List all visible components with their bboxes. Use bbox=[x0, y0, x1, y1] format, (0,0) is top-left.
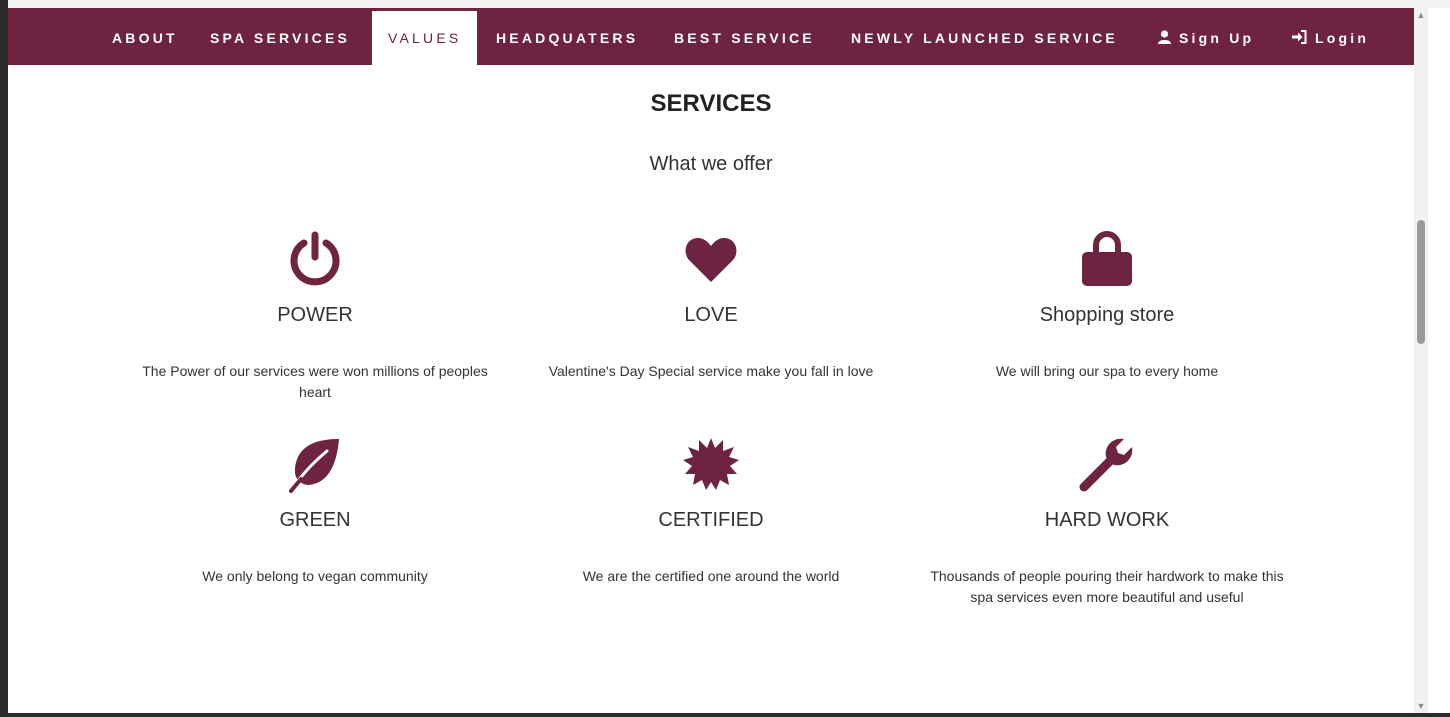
service-desc: The Power of our services were won milli… bbox=[142, 363, 488, 400]
window-bottom-edge bbox=[0, 713, 1450, 717]
service-desc: We will bring our spa to every home bbox=[995, 363, 1219, 379]
service-title: GREEN bbox=[279, 509, 351, 531]
nav-item-values[interactable]: VALUES bbox=[372, 11, 478, 65]
power-icon bbox=[135, 228, 495, 290]
nav-login-link[interactable]: Login bbox=[1292, 11, 1369, 65]
vertical-scrollbar[interactable]: ▲ ▼ bbox=[1414, 8, 1428, 713]
section-subtitle: What we offer bbox=[649, 153, 773, 175]
service-desc: We only belong to vegan community bbox=[202, 568, 428, 584]
scrollbar-thumb[interactable] bbox=[1417, 220, 1425, 344]
service-desc: Thousands of people pouring their hardwo… bbox=[930, 568, 1284, 605]
service-title: Shopping store bbox=[1039, 304, 1175, 326]
service-title: LOVE bbox=[684, 304, 738, 326]
leaf-icon bbox=[135, 433, 495, 495]
service-card-certified: CERTIFIED We are the certified one aroun… bbox=[531, 433, 891, 587]
wrench-icon bbox=[927, 433, 1287, 495]
service-desc: Valentine's Day Special service make you… bbox=[548, 363, 874, 379]
service-card-love: LOVE Valentine's Day Special service mak… bbox=[531, 228, 891, 382]
nav-item-best-service[interactable]: BEST SERVICE bbox=[674, 11, 815, 65]
certificate-icon bbox=[531, 433, 891, 495]
scroll-up-arrow-icon[interactable]: ▲ bbox=[1416, 10, 1426, 20]
nav-item-about[interactable]: ABOUT bbox=[112, 11, 178, 65]
nav-item-newly-launched-service[interactable]: NEWLY LAUNCHED SERVICE bbox=[851, 11, 1118, 65]
signup-label: Sign Up bbox=[1179, 30, 1255, 46]
nav-item-headquaters[interactable]: HEADQUATERS bbox=[496, 11, 638, 65]
service-card-power: POWER The Power of our services were won… bbox=[135, 228, 495, 403]
right-gutter bbox=[1428, 8, 1450, 717]
browser-window: ABOUT SPA SERVICES VALUES HEADQUATERS BE… bbox=[0, 0, 1450, 717]
login-label: Login bbox=[1315, 30, 1370, 46]
service-title: POWER bbox=[277, 304, 353, 326]
service-card-shopping: Shopping store We will bring our spa to … bbox=[927, 228, 1287, 382]
service-title: HARD WORK bbox=[1044, 509, 1170, 531]
section-title: SERVICES bbox=[650, 90, 772, 117]
service-title: CERTIFIED bbox=[658, 509, 764, 531]
heart-icon bbox=[531, 228, 891, 290]
nav-item-spa-services[interactable]: SPA SERVICES bbox=[210, 11, 350, 65]
login-icon bbox=[1292, 12, 1307, 66]
nav-signup-link[interactable]: Sign Up bbox=[1158, 11, 1254, 65]
scroll-down-arrow-icon[interactable]: ▼ bbox=[1416, 701, 1426, 711]
service-card-hard-work: HARD WORK Thousands of people pouring th… bbox=[927, 433, 1287, 608]
service-desc: We are the certified one around the worl… bbox=[582, 568, 840, 584]
top-navbar: ABOUT SPA SERVICES VALUES HEADQUATERS BE… bbox=[8, 8, 1414, 65]
window-top-edge bbox=[0, 0, 1450, 8]
lock-icon bbox=[927, 228, 1287, 290]
user-icon bbox=[1158, 12, 1171, 66]
service-card-green: GREEN We only belong to vegan community bbox=[135, 433, 495, 587]
nav-list: ABOUT SPA SERVICES VALUES HEADQUATERS BE… bbox=[8, 8, 1414, 65]
